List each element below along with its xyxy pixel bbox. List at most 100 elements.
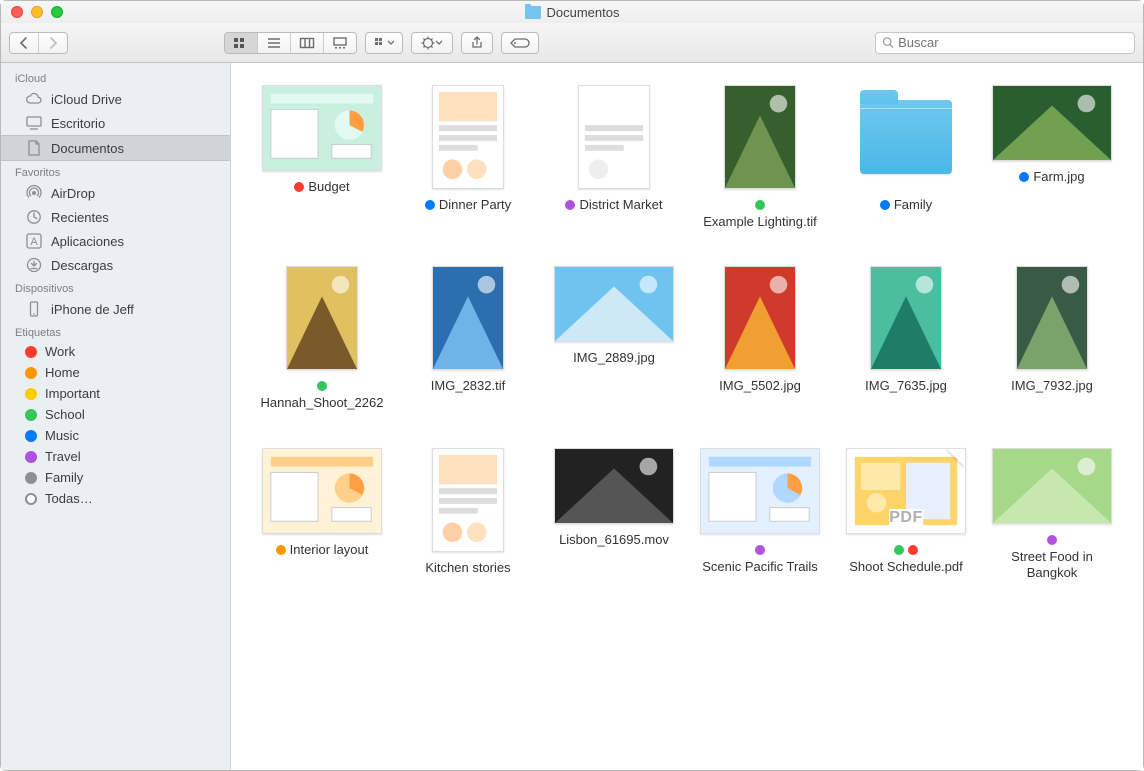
tag-dot-icon bbox=[1047, 535, 1057, 545]
sidebar-item-escritorio[interactable]: Escritorio bbox=[1, 111, 230, 135]
share-button[interactable] bbox=[462, 33, 492, 53]
file-name: Budget bbox=[308, 179, 349, 195]
sidebar-item-work[interactable]: Work bbox=[1, 341, 230, 362]
file-item[interactable]: Hannah_Shoot_2262 bbox=[259, 266, 385, 411]
file-item[interactable]: Interior layout bbox=[259, 448, 385, 582]
share-button-wrap bbox=[461, 32, 493, 54]
sidebar-item-label: Todas… bbox=[45, 491, 93, 506]
file-item[interactable]: Budget bbox=[259, 85, 385, 230]
file-name: Example Lighting.tif bbox=[703, 214, 816, 230]
iphone-icon bbox=[25, 300, 43, 318]
close-window-button[interactable] bbox=[11, 6, 23, 18]
file-item[interactable]: Scenic Pacific Trails bbox=[697, 448, 823, 582]
file-item[interactable]: Kitchen stories bbox=[405, 448, 531, 582]
file-thumbnail[interactable] bbox=[870, 266, 942, 370]
tag-dot-icon bbox=[894, 545, 904, 555]
sidebar-item-documentos[interactable]: Documentos bbox=[1, 135, 230, 161]
file-thumbnail[interactable] bbox=[724, 85, 796, 189]
sidebar-item-family[interactable]: Family bbox=[1, 467, 230, 488]
file-name: Interior layout bbox=[290, 542, 369, 558]
back-button[interactable] bbox=[10, 33, 38, 53]
tag-button[interactable] bbox=[502, 33, 538, 53]
titlebar: Documentos bbox=[1, 1, 1143, 23]
file-thumbnail[interactable] bbox=[554, 266, 674, 342]
minimize-window-button[interactable] bbox=[31, 6, 43, 18]
file-thumbnail[interactable] bbox=[432, 85, 504, 189]
file-thumbnail[interactable] bbox=[286, 266, 358, 370]
sidebar-item-airdrop[interactable]: AirDrop bbox=[1, 181, 230, 205]
forward-button[interactable] bbox=[38, 33, 67, 53]
sidebar-item-label: Documentos bbox=[51, 141, 124, 156]
tag-dot-icon bbox=[755, 200, 765, 210]
file-item[interactable]: Farm.jpg bbox=[989, 85, 1115, 230]
sidebar-section-header: Favoritos bbox=[1, 161, 230, 181]
file-item[interactable]: Lisbon_61695.mov bbox=[551, 448, 677, 582]
file-thumbnail[interactable] bbox=[992, 85, 1112, 161]
file-label: Farm.jpg bbox=[1019, 169, 1084, 185]
group-button[interactable] bbox=[366, 33, 402, 53]
apps-icon: A bbox=[25, 232, 43, 250]
file-thumbnail[interactable]: PDF bbox=[846, 448, 966, 534]
sidebar-item-aplicaciones[interactable]: AAplicaciones bbox=[1, 229, 230, 253]
file-thumbnail[interactable] bbox=[860, 85, 952, 189]
tag-dot-icon bbox=[276, 545, 286, 555]
file-item[interactable]: IMG_7635.jpg bbox=[843, 266, 969, 411]
search-field[interactable] bbox=[875, 32, 1135, 54]
content-area[interactable]: Budget Dinner Party District Market Example… bbox=[231, 63, 1143, 770]
file-label: Street Food in Bangkok bbox=[989, 532, 1115, 582]
file-grid: Budget Dinner Party District Market Example… bbox=[259, 85, 1115, 581]
file-item[interactable]: Street Food in Bangkok bbox=[989, 448, 1115, 582]
file-thumbnail[interactable] bbox=[578, 85, 650, 189]
file-label: Dinner Party bbox=[425, 197, 511, 213]
sidebar-item-recientes[interactable]: Recientes bbox=[1, 205, 230, 229]
sidebar-item-label: Escritorio bbox=[51, 116, 105, 131]
tag-dot-icon bbox=[294, 182, 304, 192]
file-item[interactable]: IMG_2832.tif bbox=[405, 266, 531, 411]
sidebar-item-travel[interactable]: Travel bbox=[1, 446, 230, 467]
action-button-wrap bbox=[411, 32, 453, 54]
file-item[interactable]: Dinner Party bbox=[405, 85, 531, 230]
sidebar-item-important[interactable]: Important bbox=[1, 383, 230, 404]
file-item[interactable]: IMG_7932.jpg bbox=[989, 266, 1115, 411]
file-thumbnail[interactable] bbox=[432, 448, 504, 552]
file-thumbnail[interactable] bbox=[1016, 266, 1088, 370]
file-item[interactable]: IMG_2889.jpg bbox=[551, 266, 677, 411]
sidebar-item-todas[interactable]: Todas… bbox=[1, 488, 230, 509]
tag-color-icon bbox=[25, 451, 37, 463]
icon-view-button[interactable] bbox=[225, 33, 257, 53]
file-item[interactable]: Family bbox=[843, 85, 969, 230]
column-view-button[interactable] bbox=[290, 33, 323, 53]
folder-icon bbox=[860, 100, 952, 174]
gallery-view-button[interactable] bbox=[323, 33, 356, 53]
file-thumbnail[interactable] bbox=[554, 448, 674, 524]
file-thumbnail[interactable] bbox=[432, 266, 504, 370]
file-thumbnail[interactable] bbox=[724, 266, 796, 370]
list-view-button[interactable] bbox=[257, 33, 290, 53]
file-item[interactable]: IMG_5502.jpg bbox=[697, 266, 823, 411]
file-label: IMG_2832.tif bbox=[431, 378, 505, 394]
file-name: IMG_5502.jpg bbox=[719, 378, 801, 394]
tag-color-icon bbox=[25, 346, 37, 358]
group-button-wrap bbox=[365, 32, 403, 54]
search-input[interactable] bbox=[898, 35, 1128, 50]
tag-color-icon bbox=[25, 367, 37, 379]
file-thumbnail[interactable] bbox=[992, 448, 1112, 524]
file-thumbnail[interactable] bbox=[700, 448, 820, 534]
sidebar: iCloudiCloud DriveEscritorioDocumentosFa… bbox=[1, 63, 231, 770]
sidebar-item-school[interactable]: School bbox=[1, 404, 230, 425]
sidebar-item-home[interactable]: Home bbox=[1, 362, 230, 383]
file-thumbnail[interactable] bbox=[262, 85, 382, 171]
file-item[interactable]: Example Lighting.tif bbox=[697, 85, 823, 230]
file-label: District Market bbox=[565, 197, 662, 213]
file-item[interactable]: District Market bbox=[551, 85, 677, 230]
file-thumbnail[interactable] bbox=[262, 448, 382, 534]
sidebar-item-descargas[interactable]: Descargas bbox=[1, 253, 230, 277]
sidebar-item-icloud-drive[interactable]: iCloud Drive bbox=[1, 87, 230, 111]
action-button[interactable] bbox=[412, 33, 452, 53]
sidebar-item-music[interactable]: Music bbox=[1, 425, 230, 446]
sidebar-item-label: Work bbox=[45, 344, 75, 359]
tag-dot-icon bbox=[1019, 172, 1029, 182]
file-item[interactable]: PDFShoot Schedule.pdf bbox=[843, 448, 969, 582]
sidebar-item-iphone-de-jeff[interactable]: iPhone de Jeff bbox=[1, 297, 230, 321]
zoom-window-button[interactable] bbox=[51, 6, 63, 18]
